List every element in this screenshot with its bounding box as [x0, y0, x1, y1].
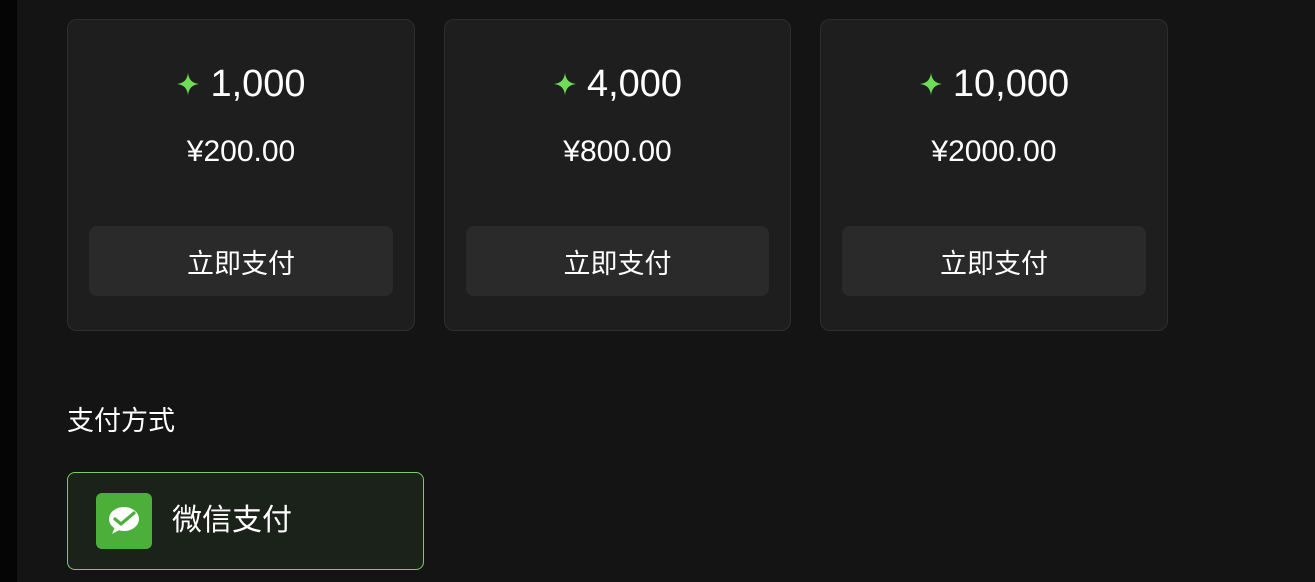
- price-label: ¥2000.00: [931, 135, 1057, 168]
- credit-amount: 10,000: [952, 63, 1070, 105]
- wechat-bubble-icon: [109, 507, 139, 534]
- sparkle-icon: [553, 73, 576, 95]
- pay-now-button[interactable]: 立即支付: [466, 226, 769, 296]
- sparkle-icon: [919, 73, 942, 95]
- package-card-1000[interactable]: 1,000 ¥200.00 立即支付: [67, 19, 415, 331]
- credits-display: 1,000: [68, 60, 414, 108]
- price-label: ¥200.00: [186, 135, 296, 168]
- payment-method-label: 微信支付: [172, 503, 292, 538]
- sparkle-icon: [177, 73, 200, 95]
- package-card-4000[interactable]: 4,000 ¥800.00 立即支付: [444, 19, 791, 331]
- credits-display: 10,000: [821, 60, 1167, 108]
- credit-amount: 1,000: [210, 63, 306, 105]
- credits-display: 4,000: [445, 60, 790, 108]
- package-list: 1,000 ¥200.00 立即支付 4,000 ¥800.00 立即支付 10…: [67, 19, 1168, 331]
- left-sidebar-edge: [0, 0, 17, 582]
- package-card-10000[interactable]: 10,000 ¥2000.00 立即支付: [820, 19, 1168, 331]
- pay-now-button[interactable]: 立即支付: [842, 226, 1146, 296]
- pay-now-button[interactable]: 立即支付: [89, 226, 393, 296]
- price-label: ¥800.00: [563, 135, 672, 168]
- payment-method-title: 支付方式: [67, 406, 175, 437]
- payment-method-wechat[interactable]: 微信支付: [67, 472, 424, 570]
- credit-amount: 4,000: [586, 63, 683, 105]
- wechat-pay-icon: [96, 493, 152, 549]
- recharge-page: 1,000 ¥200.00 立即支付 4,000 ¥800.00 立即支付 10…: [0, 0, 1315, 582]
